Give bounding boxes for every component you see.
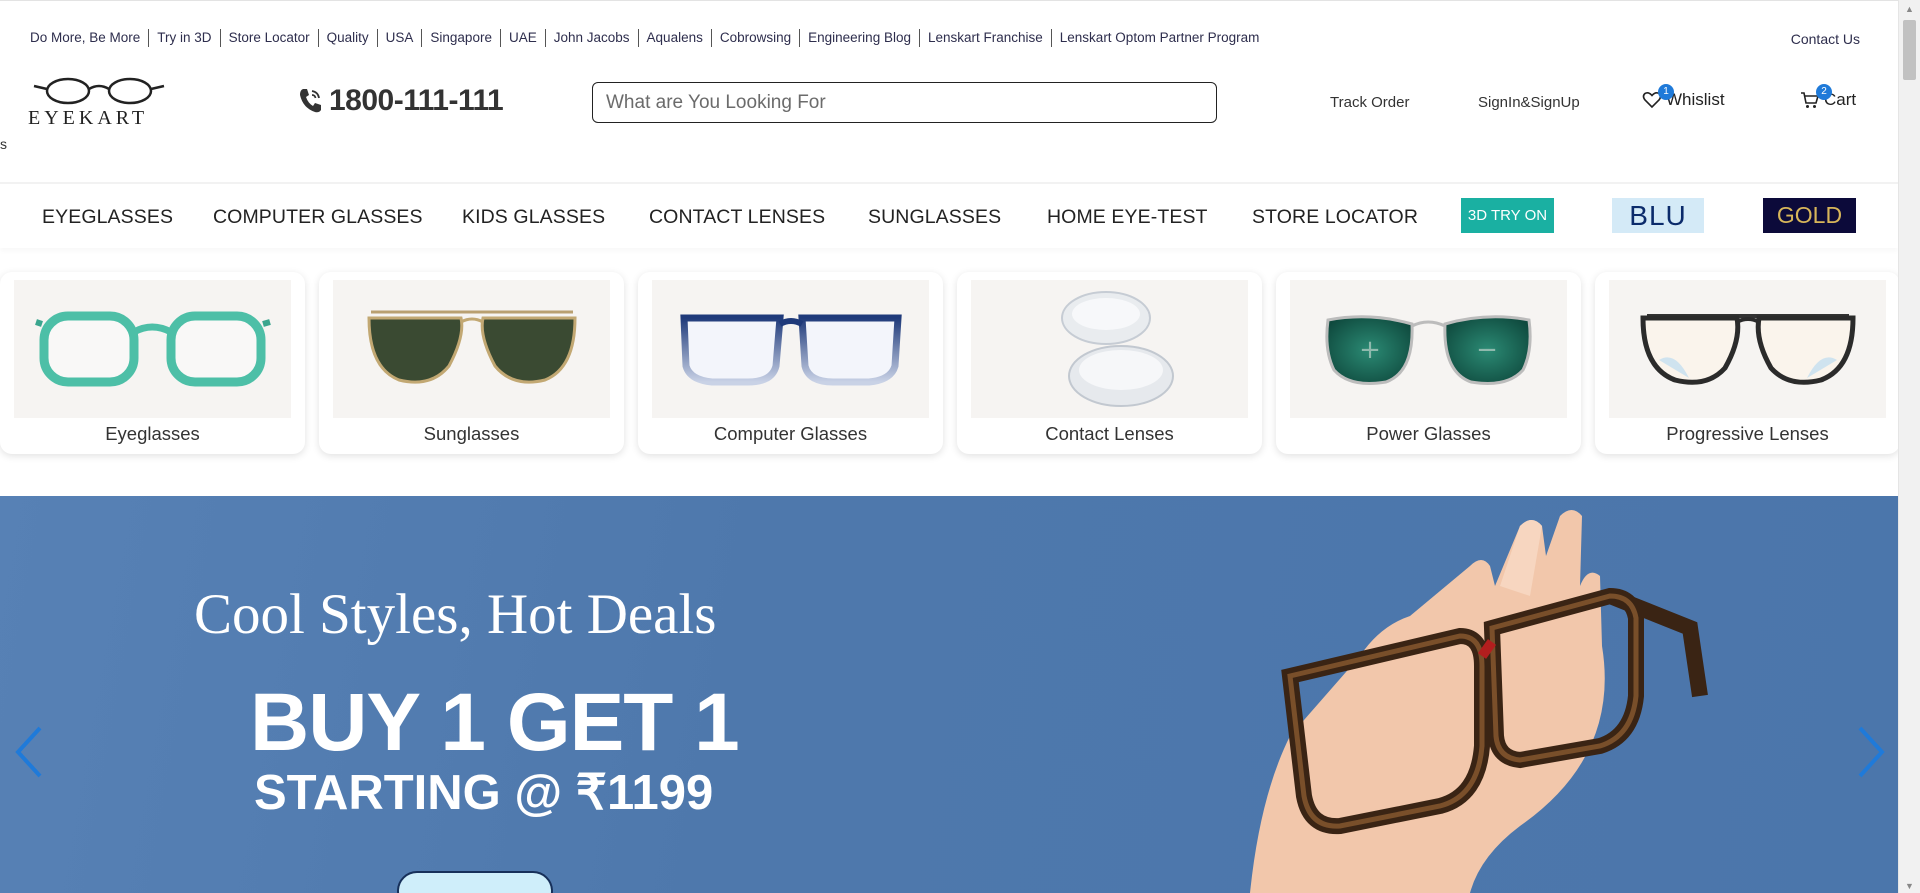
- progressive-lenses-image: [1609, 280, 1886, 418]
- nav-sunglasses[interactable]: SUNGLASSES: [868, 206, 1001, 229]
- category-card-progressive-lenses[interactable]: Progressive Lenses: [1595, 272, 1900, 454]
- nav-gold[interactable]: GOLD: [1763, 198, 1856, 233]
- glasses-logo-icon: [33, 77, 165, 105]
- category-label: Computer Glasses: [713, 423, 868, 444]
- logo-wordmark: EYEKART: [28, 107, 149, 129]
- nav-3d-try-on[interactable]: 3D TRY ON: [1461, 198, 1554, 233]
- utility-link-john-jacobs[interactable]: John Jacobs: [546, 29, 639, 47]
- phone-number-text: 1800-111-111: [329, 84, 504, 117]
- category-label: Power Glasses: [1366, 423, 1491, 444]
- banner-subtitle: Cool Styles, Hot Deals: [194, 583, 717, 646]
- category-label: Sunglasses: [423, 423, 520, 444]
- hand-holding-glasses-image: [1250, 510, 1708, 893]
- utility-link-aqualens[interactable]: Aqualens: [639, 29, 712, 47]
- category-label: Progressive Lenses: [1666, 423, 1829, 444]
- banner-headline: BUY 1 GET 1: [250, 677, 740, 768]
- utility-links: Do More, Be More Try in 3D Store Locator…: [30, 29, 1267, 47]
- nav-kids-glasses[interactable]: KIDS GLASSES: [462, 206, 605, 229]
- banner-offer: STARTING @ ₹1199: [254, 766, 714, 820]
- category-label: Contact Lenses: [1045, 423, 1174, 444]
- utility-link-singapore[interactable]: Singapore: [422, 29, 501, 47]
- main-navigation: EYEGLASSES COMPUTER GLASSES KIDS GLASSES…: [0, 182, 1898, 248]
- utility-link-usa[interactable]: USA: [378, 29, 423, 47]
- category-card-contact-lenses[interactable]: Contact Lenses: [957, 272, 1262, 454]
- cart-count-badge: 2: [1816, 84, 1832, 100]
- scroll-down-arrow-icon[interactable]: ▼: [1905, 881, 1914, 891]
- blue-glasses-icon: [680, 314, 902, 386]
- utility-link-quality[interactable]: Quality: [319, 29, 378, 47]
- track-order-link[interactable]: Track Order: [1330, 94, 1409, 111]
- search-input[interactable]: [592, 82, 1217, 123]
- wishlist-count-badge: 1: [1658, 84, 1674, 100]
- svg-text:+: +: [1359, 335, 1381, 365]
- scroll-thumb[interactable]: [1903, 20, 1916, 80]
- wishlist-icon-wrap: 1: [1642, 84, 1674, 110]
- phone-icon: [300, 89, 321, 113]
- power-glasses-image: + −: [1290, 280, 1567, 418]
- carousel-prev-arrow-icon[interactable]: [14, 724, 44, 780]
- eyeglasses-image: [14, 280, 291, 418]
- phone-number[interactable]: 1800-111-111: [297, 84, 504, 118]
- page-scrollbar[interactable]: ▲ ▼: [1898, 0, 1920, 893]
- sunglasses-image: [333, 280, 610, 418]
- utility-link-uae[interactable]: UAE: [501, 29, 546, 47]
- wishlist-link[interactable]: 1 Whislist: [1642, 84, 1725, 110]
- wishlist-label: Whislist: [1666, 90, 1725, 109]
- category-card-power-glasses[interactable]: + − Power Glasses: [1276, 272, 1581, 454]
- nav-home-eye-test[interactable]: HOME EYE-TEST: [1047, 206, 1208, 229]
- utility-link-store-locator[interactable]: Store Locator: [221, 29, 319, 47]
- utility-link-try-3d[interactable]: Try in 3D: [149, 29, 221, 47]
- cart-icon-wrap: 2: [1800, 84, 1832, 110]
- utility-link-franchise[interactable]: Lenskart Franchise: [920, 29, 1052, 47]
- nav-store-locator[interactable]: STORE LOCATOR: [1252, 206, 1418, 229]
- utility-link-cobrowsing[interactable]: Cobrowsing: [712, 29, 801, 47]
- category-card-computer-glasses[interactable]: Computer Glasses: [638, 272, 943, 454]
- top-utility-bar: Do More, Be More Try in 3D Store Locator…: [0, 0, 1898, 78]
- signin-signup-link[interactable]: SignIn&SignUp: [1478, 94, 1580, 111]
- carousel-next-arrow-icon[interactable]: [1856, 724, 1886, 780]
- aviator-sunglasses-icon: [367, 310, 577, 384]
- nav-eyeglasses[interactable]: EYEGLASSES: [42, 206, 173, 229]
- contact-us-link[interactable]: Contact Us: [1791, 31, 1860, 47]
- progressive-glasses-icon: [1640, 314, 1856, 385]
- category-card-eyeglasses[interactable]: Eyeglasses: [0, 272, 305, 454]
- contact-lens-icon: [1061, 291, 1174, 407]
- nav-contact-lenses[interactable]: CONTACT LENSES: [649, 206, 825, 229]
- nav-blu[interactable]: BLU: [1612, 198, 1704, 233]
- stray-text: s: [0, 136, 7, 152]
- hero-banner[interactable]: Cool Styles, Hot Deals BUY 1 GET 1 START…: [0, 496, 1898, 893]
- cart-link[interactable]: 2 Cart: [1800, 84, 1856, 110]
- contact-lenses-image: [971, 280, 1248, 418]
- utility-link-do-more[interactable]: Do More, Be More: [30, 29, 150, 47]
- category-card-sunglasses[interactable]: Sunglasses: [319, 272, 624, 454]
- category-cards: Eyeglasses Sunglasses Computer Glasses C…: [0, 272, 1900, 454]
- utility-link-engineering-blog[interactable]: Engineering Blog: [800, 29, 920, 47]
- scroll-up-arrow-icon[interactable]: ▲: [1905, 4, 1914, 14]
- eyekart-logo[interactable]: EYEKART: [26, 74, 172, 130]
- banner-cta-button[interactable]: [397, 871, 553, 893]
- category-label: Eyeglasses: [105, 423, 200, 444]
- svg-text:−: −: [1476, 335, 1498, 365]
- green-glasses-icon: [35, 311, 271, 387]
- power-glasses-icon: + −: [1325, 315, 1532, 385]
- computer-glasses-image: [652, 280, 929, 418]
- nav-computer-glasses[interactable]: COMPUTER GLASSES: [213, 206, 423, 229]
- utility-link-optom-partner[interactable]: Lenskart Optom Partner Program: [1052, 29, 1268, 47]
